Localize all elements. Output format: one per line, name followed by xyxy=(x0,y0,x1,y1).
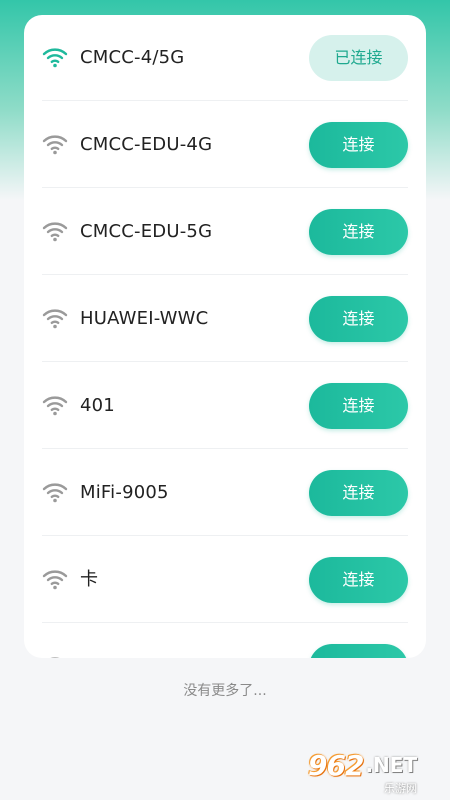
divider xyxy=(42,622,408,623)
divider xyxy=(42,535,408,536)
connect-button[interactable]: 连接 xyxy=(309,470,408,516)
wifi-ssid: MiFi-9005 xyxy=(80,482,169,503)
wifi-list-item[interactable]: 401 连接 xyxy=(24,363,426,449)
connect-button[interactable]: 连接 xyxy=(309,383,408,429)
wifi-icon xyxy=(42,48,68,68)
wifi-list-item[interactable]: CMCC-4/5G 已连接 xyxy=(24,15,426,101)
wifi-icon xyxy=(42,483,68,503)
connected-button[interactable]: 已连接 xyxy=(309,35,408,81)
wifi-list-item[interactable]: 卡 连接 xyxy=(24,537,426,623)
connect-button[interactable]: 连接 xyxy=(309,644,408,658)
watermark-suffix: .NET xyxy=(365,753,418,777)
no-more-text: 没有更多了... xyxy=(183,683,267,699)
wifi-list-item[interactable]: CMCC-EDU-5G 连接 xyxy=(24,189,426,275)
wifi-icon xyxy=(42,222,68,242)
divider xyxy=(42,448,408,449)
watermark-logo: 962 .NET 乐游网 xyxy=(308,748,444,796)
wifi-ssid: 卡 xyxy=(80,569,99,590)
wifi-list-item[interactable]: 404_5G 连接 xyxy=(24,624,426,658)
connect-button[interactable]: 连接 xyxy=(309,296,408,342)
connect-button[interactable]: 连接 xyxy=(309,557,408,603)
wifi-icon xyxy=(42,135,68,155)
divider xyxy=(42,187,408,188)
connect-button[interactable]: 连接 xyxy=(309,122,408,168)
wifi-list-item[interactable]: HUAWEI-WWC 连接 xyxy=(24,276,426,362)
wifi-list-card: CMCC-4/5G 已连接 CMCC-EDU-4G 连接 CMCC-EDU-5G… xyxy=(24,15,426,658)
wifi-ssid: CMCC-EDU-4G xyxy=(80,134,213,155)
wifi-icon xyxy=(50,657,60,658)
wifi-ssid: CMCC-EDU-5G xyxy=(80,221,213,242)
divider xyxy=(42,100,408,101)
wifi-list-item[interactable]: MiFi-9005 连接 xyxy=(24,450,426,536)
divider xyxy=(42,361,408,362)
watermark-brand: 962 xyxy=(308,748,364,782)
wifi-icon xyxy=(42,309,68,329)
wifi-ssid: HUAWEI-WWC xyxy=(80,308,209,329)
divider xyxy=(42,274,408,275)
wifi-icon xyxy=(42,570,68,590)
wifi-ssid: 404_5G xyxy=(80,624,150,658)
connect-button[interactable]: 连接 xyxy=(309,209,408,255)
watermark-site: 乐游网 xyxy=(384,782,417,795)
wifi-icon xyxy=(42,396,68,416)
wifi-ssid: CMCC-4/5G xyxy=(80,47,185,68)
wifi-ssid: 401 xyxy=(80,395,115,416)
wifi-list-item[interactable]: CMCC-EDU-4G 连接 xyxy=(24,102,426,188)
